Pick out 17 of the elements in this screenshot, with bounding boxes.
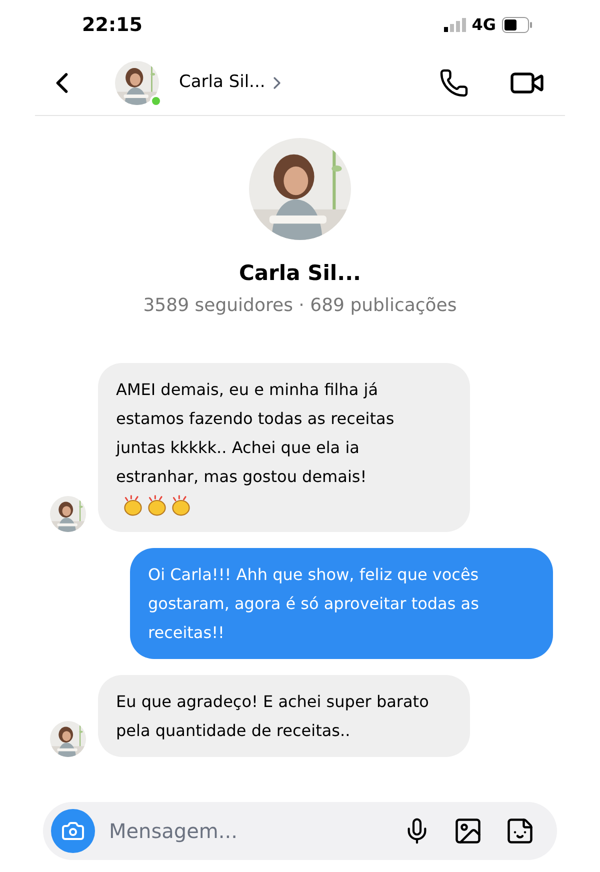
camera-button[interactable]: [51, 809, 95, 853]
received-message-bubble: AMEI demais, eu e minha filha já estamos fazendo todas as receitas juntas kkkkk.. Achei que ela ia estranhar, mas gostou demais!: [98, 362, 470, 532]
sent-message-bubble: Oi Carla!!! Ahh que show, feliz que vocês gostaram, agora é só aproveitar todas as receitas!!: [130, 548, 553, 658]
profile-stats: 3589 seguidores · 689 publicações: [143, 294, 457, 318]
message-field[interactable]: Mensagem...: [43, 802, 557, 860]
phone-button[interactable]: [439, 68, 469, 98]
battery-icon: [502, 17, 532, 33]
camera-icon: [61, 819, 85, 843]
contact-name-link[interactable]: Carla Sil...: [179, 70, 266, 96]
status-time: 22:15: [82, 12, 142, 38]
received-message-bubble: Eu que agradeço! E achei super barato pela quantidade de receitas..: [98, 674, 470, 756]
message-input[interactable]: Mensagem...: [109, 816, 403, 846]
signal-icon: [444, 18, 466, 32]
sticker-button[interactable]: [505, 816, 535, 846]
gallery-button[interactable]: [453, 816, 483, 846]
network-label: 4G: [472, 14, 496, 36]
profile-name: Carla Sil...: [238, 260, 362, 287]
